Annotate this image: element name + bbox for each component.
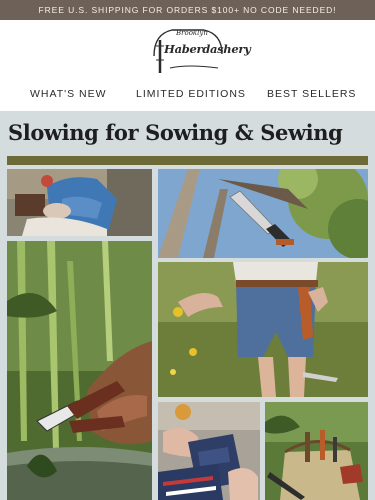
person-sewing-photo-icon [7, 169, 152, 236]
nav-item-limited-editions[interactable]: LIMITED EDITIONS [136, 88, 246, 100]
sewing-kit-photo-icon [158, 402, 260, 500]
tool-bag-photo-icon [265, 402, 368, 500]
photo-gardener-holster[interactable] [158, 262, 368, 397]
pruning-saw-photo-icon [158, 169, 368, 258]
divider-band [7, 156, 368, 165]
main-nav: WHAT'S NEW LIMITED EDITIONS BEST SELLERS [0, 84, 375, 106]
brand-logo[interactable]: Brooklyn Haberdashery [148, 26, 251, 76]
photo-pruning-shears[interactable] [7, 241, 152, 500]
gardener-holster-photo-icon [158, 262, 368, 397]
photo-sewing-kit[interactable] [158, 402, 260, 500]
logo-line-2: Haberdashery [164, 42, 251, 56]
pruning-shears-photo-icon [7, 241, 152, 500]
photo-pruning-saw[interactable] [158, 169, 368, 258]
photo-person-sewing[interactable] [7, 169, 152, 236]
promo-banner[interactable]: FREE U.S. SHIPPING FOR ORDERS $100+ NO C… [0, 0, 375, 20]
nav-item-best-sellers[interactable]: BEST SELLERS [267, 88, 356, 100]
nav-item-whats-new[interactable]: WHAT'S NEW [30, 88, 107, 100]
photo-tool-bag[interactable] [265, 402, 368, 500]
hero-headline[interactable]: Slowing for Sowing & Sewing [8, 120, 343, 145]
promo-text: FREE U.S. SHIPPING FOR ORDERS $100+ NO C… [38, 5, 337, 15]
logo-line-1: Brooklyn [176, 29, 208, 37]
